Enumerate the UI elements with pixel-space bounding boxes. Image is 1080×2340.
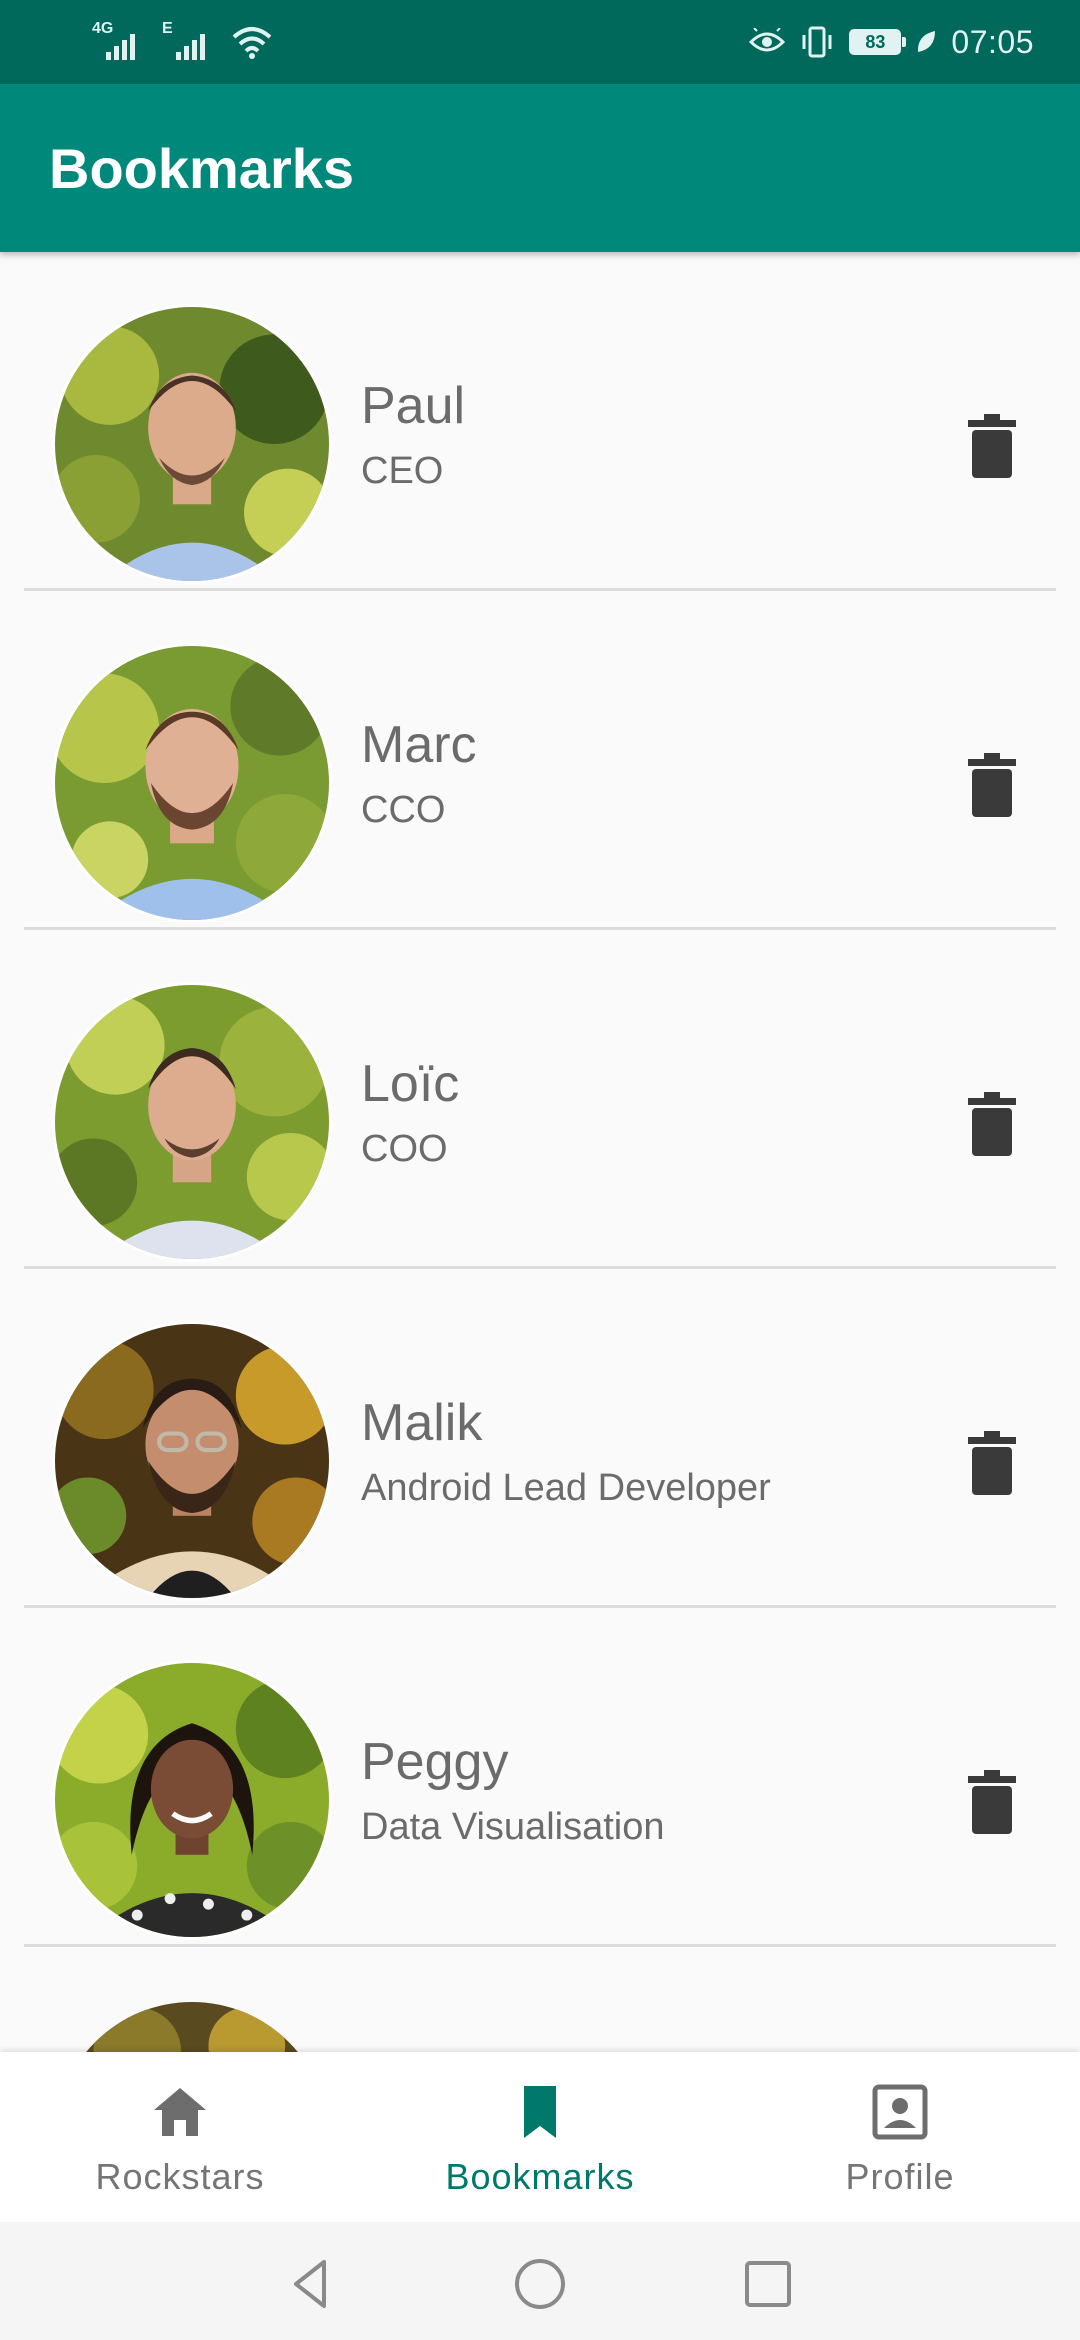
portrait-icon [872,2084,928,2140]
system-navigation-bar [0,2222,1080,2340]
bookmark-icon [524,2086,556,2138]
home-icon [154,2088,206,2136]
nav-item-rockstars[interactable]: Rockstars [0,2052,360,2222]
bookmark-role: CEO [361,450,444,492]
bookmark-role: Data Visualisation [361,1806,665,1848]
bookmark-list[interactable]: Paul CEO Marc CCO Loïc COO Malik Android… [0,252,1080,2052]
list-item[interactable]: Peggy Data Visualisation [0,1608,1080,1947]
app-bar: Bookmarks [0,84,1080,252]
eye-icon [749,28,786,52]
bookmark-name: Loïc [361,1055,460,1113]
bottom-navigation: Rockstars Bookmarks Profile [0,2052,1080,2222]
nav-label: Bookmarks [445,2156,635,2197]
list-item[interactable] [0,1947,1080,2052]
page-title: Bookmarks [49,137,355,200]
leaf-icon [918,31,936,52]
bookmark-name: Peggy [361,1733,509,1791]
clock: 07:05 [951,23,1034,60]
status-right: 83 07:05 [749,18,1034,66]
home-circle-icon[interactable] [510,2254,570,2314]
avatar [52,1660,332,1940]
avatar [52,304,332,584]
bookmark-role: Android Lead Developer [361,1467,771,1509]
nav-label: Profile [845,2156,955,2197]
avatar [52,643,332,923]
sim1-signal-icon: 4G [92,20,144,62]
bookmark-role: COO [361,1128,448,1170]
sim2-network-label: E [162,20,173,37]
avatar [52,982,332,1262]
list-item[interactable]: Loïc COO [0,930,1080,1269]
battery-level: 83 [865,31,886,52]
status-bar: 4G E 83 07:05 [0,0,1080,84]
nav-label: Rockstars [95,2156,265,2197]
sim2-signal-icon: E [162,20,214,62]
avatar [52,1321,332,1601]
wifi-icon [232,27,272,59]
bookmark-name: Paul [361,377,466,435]
list-item[interactable]: Marc CCO [0,591,1080,930]
delete-icon[interactable] [968,1431,1016,1495]
nav-item-bookmarks[interactable]: Bookmarks [360,2052,720,2222]
battery-icon: 83 [849,29,907,55]
recents-icon[interactable] [738,2254,798,2314]
nav-item-profile[interactable]: Profile [720,2052,1080,2222]
bookmark-name: Malik [361,1394,483,1452]
avatar [52,1999,332,2052]
back-icon[interactable] [280,2254,340,2314]
delete-icon[interactable] [968,1092,1016,1156]
delete-icon[interactable] [968,1770,1016,1834]
vibrate-icon [802,26,832,58]
bookmark-name: Marc [361,716,477,774]
delete-icon[interactable] [968,414,1016,478]
bookmark-role: CCO [361,789,446,831]
status-left: 4G E [92,20,272,62]
list-item[interactable]: Malik Android Lead Developer [0,1269,1080,1608]
list-item[interactable]: Paul CEO [0,252,1080,591]
delete-icon[interactable] [968,753,1016,817]
